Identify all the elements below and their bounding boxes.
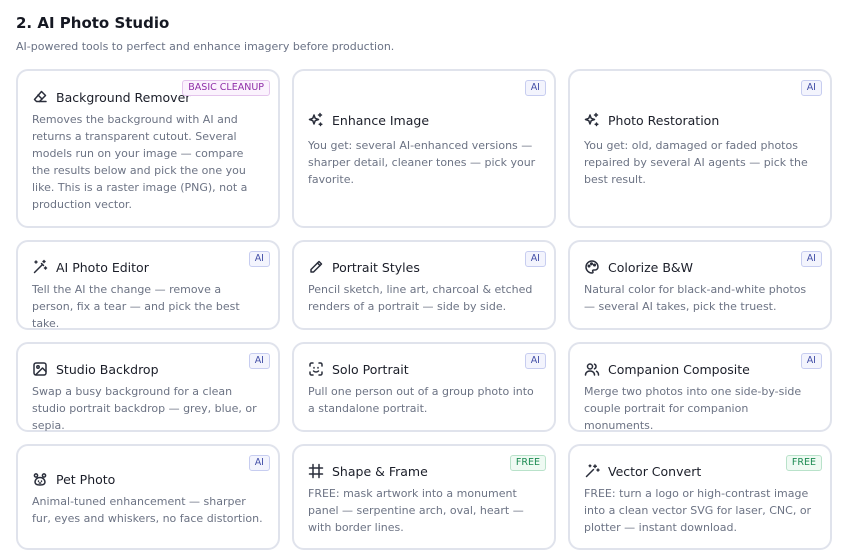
badge-ai: AI (248, 353, 270, 369)
card-title: AI Photo Editor (56, 259, 149, 275)
card-title: Colorize B&W (608, 259, 694, 275)
card-colorize-bw[interactable]: AI Colorize B&W Natural color for black-… (568, 240, 832, 330)
card-description: Natural color for black-and-white photos… (584, 283, 807, 313)
card-photo-restoration[interactable]: AI Photo Restoration You get: old, damag… (568, 69, 832, 228)
card-title: Companion Composite (608, 361, 750, 377)
badge-ai: AI (800, 353, 822, 369)
card-description: You get: old, damaged or faded photos re… (584, 139, 808, 186)
card-title: Photo Restoration (608, 112, 720, 128)
card-title: Enhance Image (332, 112, 430, 128)
card-title: Pet Photo (56, 471, 116, 487)
card-portrait-styles[interactable]: AI Portrait Styles Pencil sketch, line a… (292, 240, 556, 330)
sparkles-icon (308, 112, 324, 128)
card-background-remover[interactable]: BASIC CLEANUP Background Remover Removes… (16, 69, 280, 228)
card-vector-convert[interactable]: FREE Vector Convert FREE: turn a logo or… (568, 444, 832, 550)
card-title: Studio Backdrop (56, 361, 159, 377)
badge-ai: AI (248, 251, 270, 267)
card-description: FREE: mask artwork into a monument panel… (308, 487, 524, 534)
card-companion-composite[interactable]: AI Companion Composite Merge two photos … (568, 342, 832, 432)
card-description: You get: several AI-enhanced versions — … (308, 139, 536, 186)
card-description: FREE: turn a logo or high-contrast image… (584, 487, 812, 534)
badge-free: FREE (509, 455, 546, 471)
card-title: Portrait Styles (332, 259, 420, 275)
wand-icon (584, 463, 600, 479)
badge-basic-cleanup: BASIC CLEANUP (182, 80, 270, 96)
section-subtitle: AI-powered tools to perfect and enhance … (16, 40, 395, 53)
card-enhance-image[interactable]: AI Enhance Image You get: several AI-enh… (292, 69, 556, 228)
badge-ai: AI (524, 251, 546, 267)
pencil-icon (308, 259, 324, 275)
badge-ai: AI (800, 251, 822, 267)
card-description: Animal-tuned enhancement — sharper fur, … (32, 495, 263, 525)
card-title: Vector Convert (608, 463, 702, 479)
badge-ai: AI (524, 80, 546, 96)
tool-grid: BASIC CLEANUP Background Remover Removes… (16, 69, 832, 550)
paw-icon (32, 471, 48, 487)
section-title: 2. AI Photo Studio (16, 14, 170, 32)
badge-ai: AI (524, 353, 546, 369)
card-description: Swap a busy background for a clean studi… (32, 385, 257, 432)
card-title: Shape & Frame (332, 463, 428, 479)
sparkles-icon (584, 112, 600, 128)
badge-free: FREE (785, 455, 822, 471)
image-icon (32, 361, 48, 377)
card-description: Merge two photos into one side-by-side c… (584, 385, 802, 432)
card-studio-backdrop[interactable]: AI Studio Backdrop Swap a busy backgroun… (16, 342, 280, 432)
palette-icon (584, 259, 600, 275)
users-icon (584, 361, 600, 377)
card-shape-frame[interactable]: FREE Shape & Frame FREE: mask artwork in… (292, 444, 556, 550)
card-description: Pull one person out of a group photo int… (308, 385, 534, 415)
magic-wand-icon (32, 259, 48, 275)
card-pet-photo[interactable]: AI Pet Photo Animal-tuned enhancement — … (16, 444, 280, 550)
card-title: Background Remover (56, 89, 191, 105)
card-solo-portrait[interactable]: AI Solo Portrait Pull one person out of … (292, 342, 556, 432)
face-scan-icon (308, 361, 324, 377)
card-description: Removes the background with AI and retur… (32, 113, 248, 211)
frame-icon (308, 463, 324, 479)
badge-ai: AI (800, 80, 822, 96)
card-description: Pencil sketch, line art, charcoal & etch… (308, 283, 533, 313)
badge-ai: AI (248, 455, 270, 471)
card-description: Tell the AI the change — remove a person… (32, 283, 240, 330)
card-ai-photo-editor[interactable]: AI AI Photo Editor Tell the AI the chang… (16, 240, 280, 330)
eraser-icon (32, 89, 48, 105)
card-title: Solo Portrait (332, 361, 409, 377)
